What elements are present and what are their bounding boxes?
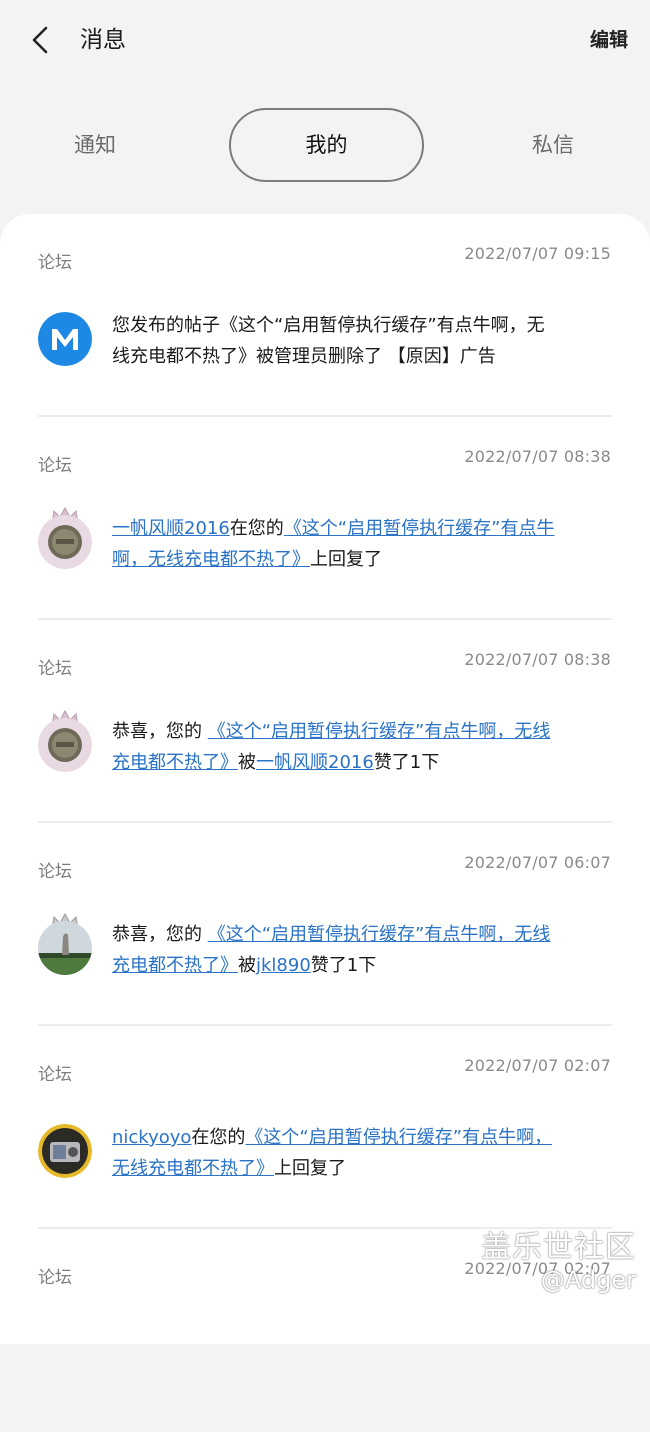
back-arrow-icon[interactable] — [28, 24, 52, 56]
message-text-segment: 上回复了 — [274, 1158, 346, 1179]
coin-avatar-icon — [38, 515, 92, 569]
message-time: 2022/07/07 02:07 — [464, 1056, 611, 1075]
post-link[interactable]: 《这个“启用暂停执行缓存”有点牛啊，无线 — [208, 721, 551, 742]
message-list: 论坛 2022/07/07 09:15 您发布的帖子《这个“启用暂停执行缓存”有… — [0, 214, 650, 1344]
tab-private-messages[interactable]: 私信 — [498, 108, 608, 182]
camera-avatar-icon — [38, 1124, 92, 1178]
message-item[interactable]: 论坛 2022/07/07 02:07 nickyoyo在您的《这个“启用暂停执… — [0, 1026, 650, 1229]
message-item[interactable]: 论坛 2022/07/07 09:15 您发布的帖子《这个“启用暂停执行缓存”有… — [0, 214, 650, 417]
message-item[interactable]: 论坛 2022/07/07 08:38 恭喜，您的 《这个“启用暂停执行缓存”有… — [0, 620, 650, 823]
user-avatar[interactable] — [38, 1124, 92, 1178]
message-text-segment: 在您的 — [191, 1127, 246, 1148]
statue-avatar-icon — [38, 921, 92, 975]
post-link[interactable]: 《这个“启用暂停执行缓存”有点牛 — [284, 518, 555, 539]
message-category: 论坛 — [38, 659, 72, 679]
watermark-title: 盖乐世社区 — [481, 1230, 636, 1265]
message-item[interactable]: 论坛 2022/07/07 06:07 恭喜，您的 《这个“启用暂停执行缓存”有… — [0, 823, 650, 1026]
m-logo-icon — [38, 312, 92, 366]
message-category: 论坛 — [38, 1065, 72, 1085]
post-link[interactable]: 啊，无线充电都不热了》 — [112, 549, 310, 570]
message-text-line: 线充电都不热了》被管理员删除了 【原因】广告 — [112, 346, 496, 367]
message-category: 论坛 — [38, 456, 72, 476]
message-time: 2022/07/07 06:07 — [464, 853, 611, 872]
message-text-line: 您发布的帖子《这个“启用暂停执行缓存”有点牛啊，无 — [112, 315, 545, 336]
page-title: 消息 — [80, 27, 126, 53]
user-avatar[interactable] — [38, 921, 92, 975]
post-link[interactable]: 无线充电都不热了》 — [112, 1158, 274, 1179]
tab-bar: 通知 我的 私信 — [0, 108, 650, 184]
user-link[interactable]: 一帆风顺2016 — [112, 518, 230, 539]
message-text-segment: 恭喜，您的 — [112, 721, 208, 742]
message-text: 恭喜，您的 《这个“启用暂停执行缓存”有点牛啊，无线 充电都不热了》被jkl89… — [112, 919, 608, 981]
message-text: 恭喜，您的 《这个“启用暂停执行缓存”有点牛啊，无线 充电都不热了》被一帆风顺2… — [112, 716, 608, 778]
coin-avatar-icon — [38, 718, 92, 772]
message-time: 2022/07/07 08:38 — [464, 650, 611, 669]
message-text-segment: 赞了1下 — [310, 955, 377, 976]
message-item[interactable]: 论坛 2022/07/07 08:38 一帆风顺2016在您的《这个“启用暂停执… — [0, 417, 650, 620]
forum-logo-avatar — [38, 312, 92, 366]
user-avatar[interactable] — [38, 515, 92, 569]
user-link[interactable]: jkl890 — [256, 955, 311, 976]
top-bar: 消息 编辑 — [0, 0, 650, 80]
message-category: 论坛 — [38, 253, 72, 273]
post-link[interactable]: 充电都不热了》 — [112, 752, 238, 773]
post-link[interactable]: 充电都不热了》 — [112, 955, 238, 976]
message-text: 您发布的帖子《这个“启用暂停执行缓存”有点牛啊，无 线充电都不热了》被管理员删除… — [112, 310, 608, 372]
user-avatar[interactable] — [38, 718, 92, 772]
user-link[interactable]: 一帆风顺2016 — [256, 752, 374, 773]
message-time: 2022/07/07 08:38 — [464, 447, 611, 466]
post-link[interactable]: 《这个“启用暂停执行缓存”有点牛啊，无线 — [208, 924, 551, 945]
tab-mine[interactable]: 我的 — [229, 108, 424, 182]
message-text: nickyoyo在您的《这个“启用暂停执行缓存”有点牛啊， 无线充电都不热了》上… — [112, 1122, 608, 1184]
message-text: 一帆风顺2016在您的《这个“启用暂停执行缓存”有点牛 啊，无线充电都不热了》上… — [112, 513, 608, 575]
edit-button[interactable]: 编辑 — [590, 26, 628, 54]
message-text-segment: 被 — [238, 955, 256, 976]
message-text-segment: 上回复了 — [310, 549, 382, 570]
watermark-author: @Adger — [540, 1266, 636, 1294]
message-text-segment: 被 — [238, 752, 256, 773]
post-link[interactable]: 《这个“启用暂停执行缓存”有点牛啊， — [245, 1127, 552, 1148]
tab-notifications[interactable]: 通知 — [40, 108, 150, 182]
message-time: 2022/07/07 09:15 — [464, 244, 611, 263]
message-text-segment: 恭喜，您的 — [112, 924, 208, 945]
user-link[interactable]: nickyoyo — [112, 1127, 191, 1148]
message-category: 论坛 — [38, 1268, 72, 1288]
message-category: 论坛 — [38, 862, 72, 882]
message-text-segment: 在您的 — [229, 518, 284, 539]
message-text-segment: 赞了1下 — [373, 752, 440, 773]
